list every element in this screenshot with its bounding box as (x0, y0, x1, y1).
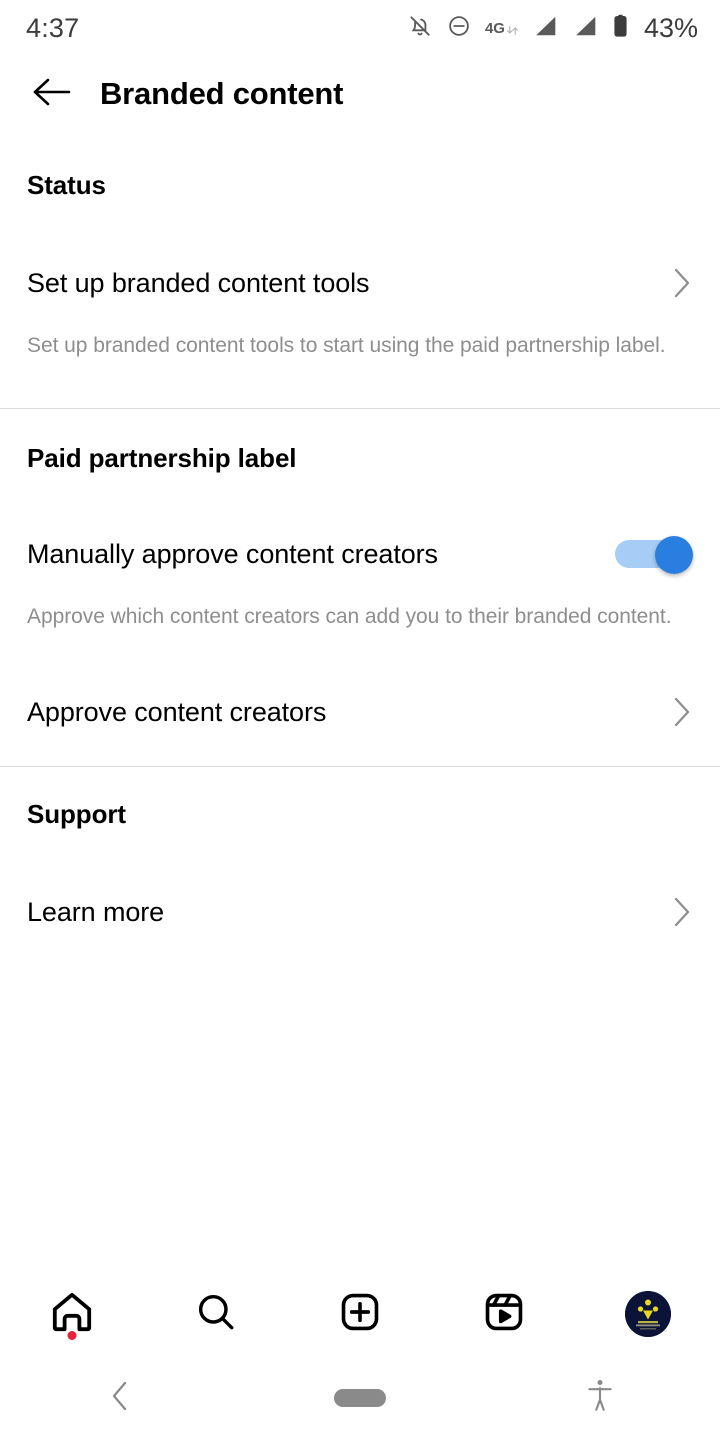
do-not-disturb-icon (446, 13, 472, 44)
tab-create[interactable] (288, 1272, 432, 1356)
bottom-tab-bar (0, 1272, 720, 1356)
system-accessibility-button[interactable] (480, 1377, 720, 1420)
row-approve-content-creators[interactable]: Approve content creators (27, 684, 693, 740)
section-title-paid-partnership-label: Paid partnership label (27, 443, 297, 474)
home-pill-icon (334, 1389, 386, 1407)
page-title: Branded content (100, 76, 344, 111)
accessibility-icon (585, 1377, 615, 1420)
system-navigation-bar (0, 1356, 720, 1440)
tab-profile[interactable] (576, 1272, 720, 1356)
tab-reels[interactable] (432, 1272, 576, 1356)
data-transfer-arrows-icon (506, 19, 519, 37)
arrow-left-icon (30, 74, 74, 115)
row-manually-approve-content-creators[interactable]: Manually approve content creators (27, 526, 693, 582)
chevron-right-icon (657, 695, 693, 729)
section-title-support: Support (27, 799, 126, 830)
app-bar: Branded content (0, 56, 720, 132)
section-paid-partnership-label: Paid partnership label Manually approve … (0, 409, 720, 740)
section-title-status: Status (27, 170, 106, 200)
battery-icon (612, 13, 629, 44)
row-description-manually-approve-content-creators: Approve which content creators can add y… (27, 605, 672, 629)
plus-square-icon (337, 1289, 383, 1340)
system-home-button[interactable] (240, 1389, 480, 1407)
row-learn-more[interactable]: Learn more (27, 884, 693, 940)
bell-muted-icon (407, 13, 433, 44)
status-bar: 4:37 4G 43% (0, 0, 720, 56)
section-support: Support Learn more (0, 767, 720, 940)
system-back-button[interactable] (0, 1379, 240, 1418)
row-label: Manually approve content creators (27, 538, 438, 569)
row-label: Learn more (27, 896, 165, 927)
row-label: Approve content creators (27, 696, 327, 727)
signal-bars-sim1-icon (532, 14, 559, 43)
battery-percent-label: 43% (643, 12, 698, 43)
profile-avatar-icon (625, 1291, 671, 1337)
chevron-left-icon (109, 1379, 131, 1418)
chevron-right-icon (657, 266, 693, 300)
reels-icon (481, 1289, 527, 1340)
chevron-right-icon (657, 895, 693, 929)
phone-screen: 4:37 4G 43% Branded content Status Set u… (0, 0, 720, 1440)
row-description-set-up-branded-content-tools: Set up branded content tools to start us… (27, 334, 666, 357)
status-time: 4:37 (26, 12, 80, 43)
home-notification-badge (67, 1331, 77, 1340)
network-type-label: 4G (484, 19, 505, 37)
search-icon (193, 1289, 239, 1340)
status-icons: 4G 43% (407, 13, 698, 44)
section-status: Status Set up branded content tools Set … (0, 132, 720, 361)
tab-search[interactable] (144, 1272, 288, 1356)
manually-approve-content-creators-toggle[interactable] (615, 536, 693, 575)
mobile-data-4g-icon: 4G (485, 19, 519, 37)
row-label: Set up branded content tools (27, 267, 370, 298)
back-button[interactable] (26, 68, 78, 120)
signal-bars-sim2-icon (572, 14, 599, 43)
row-set-up-branded-content-tools[interactable]: Set up branded content tools (27, 255, 693, 311)
toggle-thumb (655, 536, 693, 575)
tab-home[interactable] (0, 1272, 144, 1356)
